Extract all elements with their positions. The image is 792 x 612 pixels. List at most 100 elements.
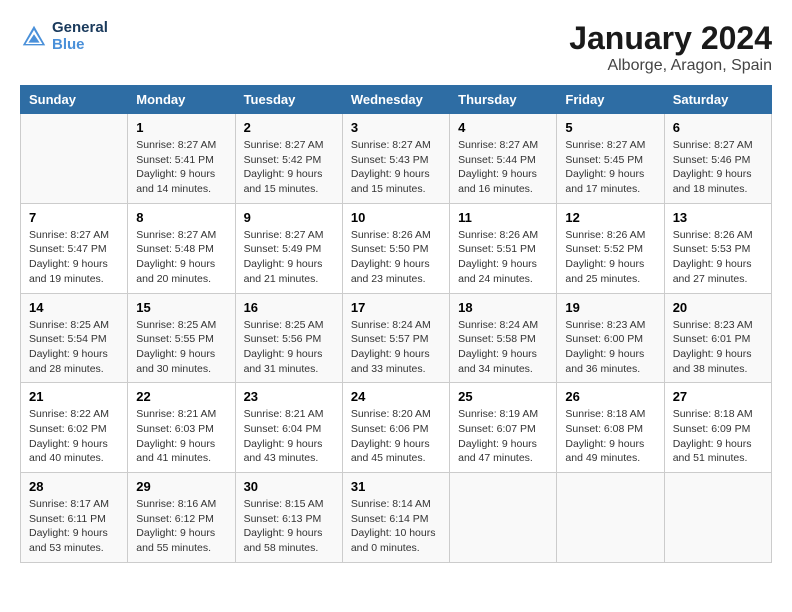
day-info: Sunrise: 8:26 AMSunset: 5:51 PMDaylight:… [458,228,548,287]
calendar-cell: 13 Sunrise: 8:26 AMSunset: 5:53 PMDayligh… [664,203,771,293]
calendar-week-0: 1Sunrise: 8:27 AMSunset: 5:41 PMDaylight… [21,114,772,204]
day-number: 11 [458,210,548,225]
day-number: 12 [565,210,655,225]
day-info: Sunrise: 8:27 AMSunset: 5:46 PMDaylight:… [673,138,763,197]
day-info: Sunrise: 8:26 AMSunset: 5:50 PMDaylight:… [351,228,441,287]
calendar-cell [664,473,771,563]
header-thursday: Thursday [450,86,557,114]
calendar-header: Sunday Monday Tuesday Wednesday Thursday… [21,86,772,114]
day-number: 23 [244,389,334,404]
calendar-cell: 30Sunrise: 8:15 AMSunset: 6:13 PMDayligh… [235,473,342,563]
header-tuesday: Tuesday [235,86,342,114]
calendar-cell: 9 Sunrise: 8:27 AMSunset: 5:49 PMDaylight… [235,203,342,293]
header-wednesday: Wednesday [342,86,449,114]
calendar-cell [557,473,664,563]
day-number: 26 [565,389,655,404]
day-number: 16 [244,300,334,315]
calendar-cell: 21 Sunrise: 8:22 AMSunset: 6:02 PMDayligh… [21,383,128,473]
day-info: Sunrise: 8:27 AMSunset: 5:41 PMDaylight:… [136,138,226,197]
calendar-cell: 31 Sunrise: 8:14 AMSunset: 6:14 PMDayligh… [342,473,449,563]
day-number: 25 [458,389,548,404]
day-number: 9 [244,210,334,225]
calendar-cell: 19 Sunrise: 8:23 AMSunset: 6:00 PMDayligh… [557,293,664,383]
day-number: 22 [136,389,226,404]
day-info: Sunrise: 8:23 AMSunset: 6:01 PMDaylight:… [673,318,763,377]
day-info: Sunrise: 8:19 AMSunset: 6:07 PMDaylight:… [458,407,548,466]
day-info: Sunrise: 8:23 AMSunset: 6:00 PMDaylight:… [565,318,655,377]
day-info: Sunrise: 8:21 AMSunset: 6:03 PMDaylight:… [136,407,226,466]
calendar-week-3: 21 Sunrise: 8:22 AMSunset: 6:02 PMDayligh… [21,383,772,473]
day-info: Sunrise: 8:25 AMSunset: 5:55 PMDaylight:… [136,318,226,377]
calendar-cell: 24Sunrise: 8:20 AMSunset: 6:06 PMDayligh… [342,383,449,473]
calendar-cell: 5Sunrise: 8:27 AMSunset: 5:45 PMDaylight… [557,114,664,204]
day-number: 5 [565,120,655,135]
day-number: 29 [136,479,226,494]
header: General Blue January 2024 Alborge, Arago… [20,20,772,75]
day-info: Sunrise: 8:27 AMSunset: 5:47 PMDaylight:… [29,228,119,287]
day-number: 8 [136,210,226,225]
day-number: 20 [673,300,763,315]
calendar-cell: 4 Sunrise: 8:27 AMSunset: 5:44 PMDaylight… [450,114,557,204]
day-info: Sunrise: 8:27 AMSunset: 5:42 PMDaylight:… [244,138,334,197]
day-number: 3 [351,120,441,135]
calendar-cell [450,473,557,563]
header-saturday: Saturday [664,86,771,114]
day-info: Sunrise: 8:15 AMSunset: 6:13 PMDaylight:… [244,497,334,556]
day-info: Sunrise: 8:25 AMSunset: 5:54 PMDaylight:… [29,318,119,377]
day-info: Sunrise: 8:22 AMSunset: 6:02 PMDaylight:… [29,407,119,466]
day-info: Sunrise: 8:18 AMSunset: 6:09 PMDaylight:… [673,407,763,466]
day-number: 6 [673,120,763,135]
day-info: Sunrise: 8:26 AMSunset: 5:53 PMDaylight:… [673,228,763,287]
calendar-cell: 3 Sunrise: 8:27 AMSunset: 5:43 PMDaylight… [342,114,449,204]
day-info: Sunrise: 8:25 AMSunset: 5:56 PMDaylight:… [244,318,334,377]
title-section: January 2024 Alborge, Aragon, Spain [569,20,772,75]
calendar-body: 1Sunrise: 8:27 AMSunset: 5:41 PMDaylight… [21,114,772,563]
day-info: Sunrise: 8:27 AMSunset: 5:44 PMDaylight:… [458,138,548,197]
calendar-cell: 25 Sunrise: 8:19 AMSunset: 6:07 PMDayligh… [450,383,557,473]
calendar-cell: 27 Sunrise: 8:18 AMSunset: 6:09 PMDayligh… [664,383,771,473]
day-number: 4 [458,120,548,135]
calendar-cell: 6 Sunrise: 8:27 AMSunset: 5:46 PMDaylight… [664,114,771,204]
calendar-cell: 28Sunrise: 8:17 AMSunset: 6:11 PMDayligh… [21,473,128,563]
header-monday: Monday [128,86,235,114]
day-number: 13 [673,210,763,225]
calendar-week-4: 28Sunrise: 8:17 AMSunset: 6:11 PMDayligh… [21,473,772,563]
logo: General Blue [20,20,108,53]
day-info: Sunrise: 8:21 AMSunset: 6:04 PMDaylight:… [244,407,334,466]
day-info: Sunrise: 8:18 AMSunset: 6:08 PMDaylight:… [565,407,655,466]
calendar-cell: 29 Sunrise: 8:16 AMSunset: 6:12 PMDayligh… [128,473,235,563]
day-info: Sunrise: 8:24 AMSunset: 5:57 PMDaylight:… [351,318,441,377]
calendar-week-2: 14Sunrise: 8:25 AMSunset: 5:54 PMDayligh… [21,293,772,383]
day-info: Sunrise: 8:27 AMSunset: 5:49 PMDaylight:… [244,228,334,287]
main-title: January 2024 [569,20,772,57]
day-info: Sunrise: 8:27 AMSunset: 5:43 PMDaylight:… [351,138,441,197]
calendar-cell: 14Sunrise: 8:25 AMSunset: 5:54 PMDayligh… [21,293,128,383]
header-sunday: Sunday [21,86,128,114]
calendar-cell: 20 Sunrise: 8:23 AMSunset: 6:01 PMDayligh… [664,293,771,383]
calendar-cell: 7Sunrise: 8:27 AMSunset: 5:47 PMDaylight… [21,203,128,293]
day-number: 17 [351,300,441,315]
calendar-cell: 22 Sunrise: 8:21 AMSunset: 6:03 PMDayligh… [128,383,235,473]
day-number: 19 [565,300,655,315]
day-number: 21 [29,389,119,404]
calendar-cell: 11 Sunrise: 8:26 AMSunset: 5:51 PMDayligh… [450,203,557,293]
day-info: Sunrise: 8:16 AMSunset: 6:12 PMDaylight:… [136,497,226,556]
logo-icon [20,23,48,51]
header-friday: Friday [557,86,664,114]
day-info: Sunrise: 8:26 AMSunset: 5:52 PMDaylight:… [565,228,655,287]
calendar-cell: 16 Sunrise: 8:25 AMSunset: 5:56 PMDayligh… [235,293,342,383]
day-number: 18 [458,300,548,315]
day-number: 31 [351,479,441,494]
calendar-cell: 18Sunrise: 8:24 AMSunset: 5:58 PMDayligh… [450,293,557,383]
day-number: 15 [136,300,226,315]
day-info: Sunrise: 8:14 AMSunset: 6:14 PMDaylight:… [351,497,441,556]
calendar-cell: 10 Sunrise: 8:26 AMSunset: 5:50 PMDayligh… [342,203,449,293]
calendar-week-1: 7Sunrise: 8:27 AMSunset: 5:47 PMDaylight… [21,203,772,293]
calendar-cell [21,114,128,204]
day-number: 10 [351,210,441,225]
calendar-cell: 1Sunrise: 8:27 AMSunset: 5:41 PMDaylight… [128,114,235,204]
day-info: Sunrise: 8:20 AMSunset: 6:06 PMDaylight:… [351,407,441,466]
calendar-cell: 12 Sunrise: 8:26 AMSunset: 5:52 PMDayligh… [557,203,664,293]
day-number: 27 [673,389,763,404]
calendar-cell: 2Sunrise: 8:27 AMSunset: 5:42 PMDaylight… [235,114,342,204]
